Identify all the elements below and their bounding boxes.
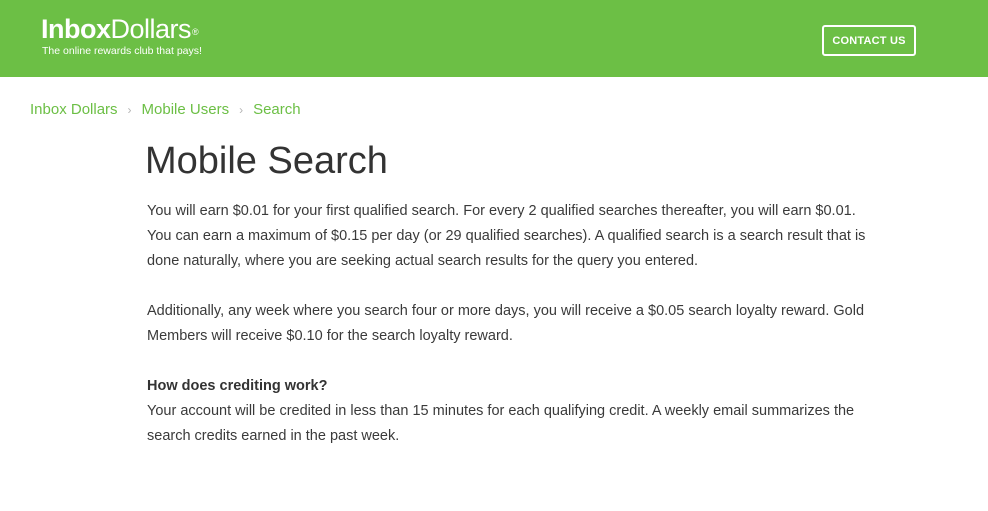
breadcrumb-separator-icon: › — [239, 103, 244, 117]
logo-word-inbox: Inbox — [41, 14, 111, 44]
inboxdollars-logo[interactable]: InboxDollars® The online rewards club th… — [41, 14, 202, 57]
faq-answer: Your account will be credited in less th… — [147, 403, 855, 444]
breadcrumb-search[interactable]: Search — [253, 100, 301, 120]
breadcrumb-separator-icon: › — [127, 103, 132, 117]
faq-question: How does crediting work? — [147, 378, 328, 394]
loyalty-paragraph: Additionally, any week where you search … — [147, 303, 865, 344]
earnings-paragraph: You will earn $0.01 for your first quali… — [147, 203, 866, 269]
logo-tagline: The online rewards club that pays! — [42, 45, 202, 57]
breadcrumb-inbox-dollars[interactable]: Inbox Dollars — [30, 100, 118, 120]
logo-wordmark: InboxDollars® — [41, 14, 202, 44]
trademark-symbol: ® — [192, 27, 199, 37]
article-body: You will earn $0.01 for your first quali… — [147, 199, 867, 449]
logo-word-dollars: Dollars — [110, 14, 192, 44]
page-title: Mobile Search — [145, 140, 388, 182]
breadcrumb: Inbox Dollars › Mobile Users › Search — [30, 100, 301, 120]
site-header: InboxDollars® The online rewards club th… — [0, 0, 988, 77]
contact-us-button[interactable]: CONTACT US — [822, 25, 916, 56]
breadcrumb-mobile-users[interactable]: Mobile Users — [142, 100, 230, 120]
